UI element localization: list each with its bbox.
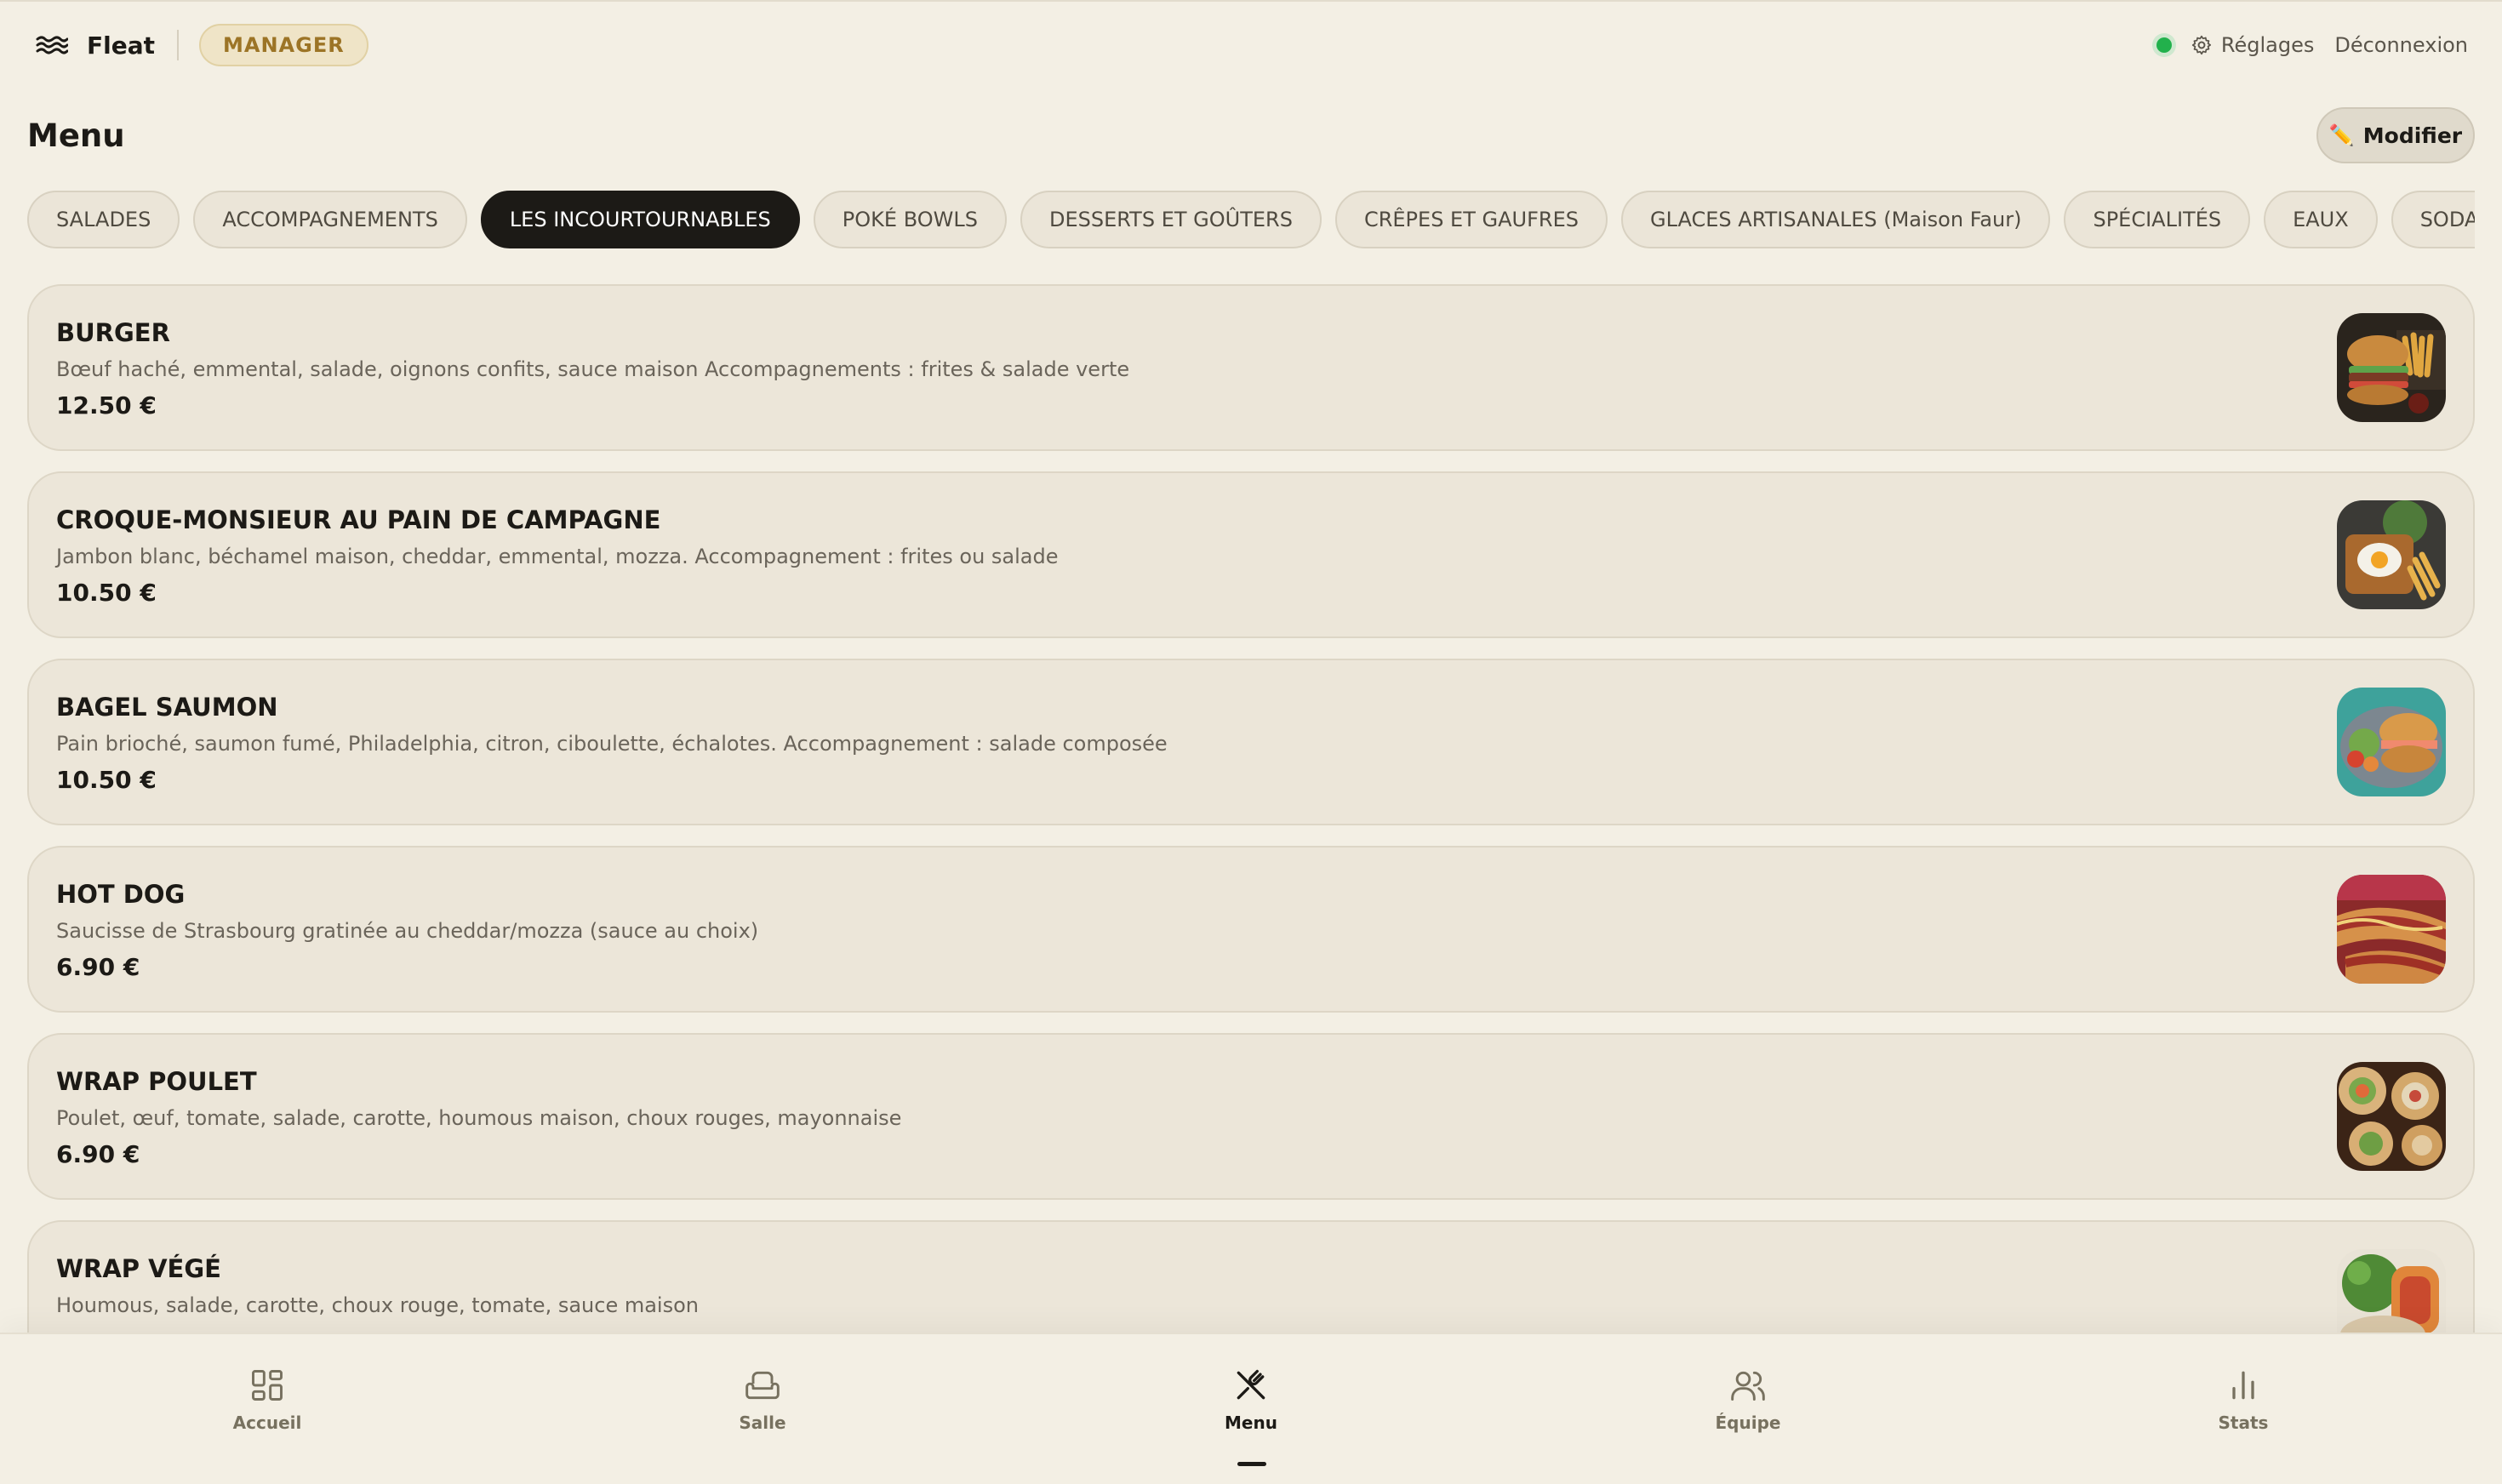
waves-logo-icon	[36, 36, 68, 54]
tab-glaces-artisanales[interactable]: GLACES ARTISANALES (Maison Faur)	[1620, 191, 2051, 248]
menu-item[interactable]: WRAP VÉGÉ Houmous, salade, carotte, chou…	[27, 1220, 2475, 1333]
nav-equipe[interactable]: Équipe	[1680, 1355, 1816, 1457]
bar-chart-icon	[2232, 1371, 2254, 1400]
settings-label: Réglages	[2220, 33, 2315, 57]
edit-menu-button[interactable]: ✏️ Modifier	[2316, 107, 2475, 163]
burger-photo	[2337, 313, 2446, 422]
logout-link[interactable]: Déconnexion	[2334, 33, 2468, 57]
nav-menu[interactable]: Menu	[1183, 1355, 1319, 1466]
nav-salle[interactable]: Salle	[694, 1355, 831, 1457]
tab-eaux[interactable]: EAUX	[2264, 191, 2378, 248]
item-name: BAGEL SAUMON	[56, 693, 278, 722]
edit-button-label: Modifier	[2362, 123, 2463, 148]
hot-dog-photo	[2337, 875, 2446, 984]
item-price: 12.50 €	[56, 391, 157, 420]
croque-monsieur-photo	[2337, 500, 2446, 609]
tab-sodas[interactable]: SODAS	[2391, 191, 2475, 248]
top-right-actions: Réglages Déconnexion	[2156, 27, 2468, 63]
nav-label: Stats	[2218, 1413, 2269, 1433]
item-price: 10.50 €	[56, 766, 157, 794]
top-bar: Fleat MANAGER Réglages Déconnexion	[0, 0, 2502, 87]
menu-item[interactable]: BURGER Bœuf haché, emmental, salade, oig…	[27, 284, 2475, 451]
item-description: Poulet, œuf, tomate, salade, carotte, ho…	[56, 1106, 902, 1130]
online-status-icon	[2156, 37, 2172, 53]
nav-label: Accueil	[232, 1413, 302, 1433]
nav-label: Menu	[1225, 1413, 1277, 1433]
item-name: HOT DOG	[56, 880, 186, 909]
menu-item-list: BURGER Bœuf haché, emmental, salade, oig…	[27, 284, 2475, 1333]
pencil-icon: ✏️	[2328, 123, 2355, 147]
nav-stats[interactable]: Stats	[2175, 1355, 2311, 1457]
menu-item[interactable]: WRAP POULET Poulet, œuf, tomate, salade,…	[27, 1033, 2475, 1200]
menu-item[interactable]: HOT DOG Saucisse de Strasbourg gratinée …	[27, 846, 2475, 1013]
tab-poke-bowls[interactable]: POKÉ BOWLS	[813, 191, 1007, 248]
armchair-icon	[745, 1371, 780, 1400]
tab-les-incourtournables[interactable]: LES INCOURTOURNABLES	[480, 191, 800, 248]
wrap-photo	[2337, 1062, 2446, 1171]
item-description: Saucisse de Strasbourg gratinée au chedd…	[56, 919, 759, 943]
nav-label: Équipe	[1715, 1413, 1781, 1433]
item-description: Pain brioché, saumon fumé, Philadelphia,…	[56, 732, 1168, 756]
nav-label: Salle	[739, 1413, 786, 1433]
wrap-vege-photo	[2337, 1249, 2446, 1333]
category-tabs: SALADES ACCOMPAGNEMENTS LES INCOURTOURNA…	[27, 191, 2475, 252]
tab-accompagnements[interactable]: ACCOMPAGNEMENTS	[193, 191, 467, 248]
item-description: Jambon blanc, béchamel maison, cheddar, …	[56, 545, 1059, 568]
item-description: Houmous, salade, carotte, choux rouge, t…	[56, 1293, 699, 1317]
item-name: WRAP VÉGÉ	[56, 1254, 221, 1283]
item-price: 10.50 €	[56, 579, 157, 607]
utensils-icon	[1237, 1369, 1265, 1400]
item-price: 6.90 €	[56, 953, 140, 981]
item-price: 6.90 €	[56, 1140, 140, 1168]
item-description: Bœuf haché, emmental, salade, oignons co…	[56, 357, 1130, 381]
brand-divider	[177, 30, 179, 60]
tab-crepes-et-gaufres[interactable]: CRÊPES ET GAUFRES	[1334, 191, 1608, 248]
bottom-navigation: Accueil Salle Menu Équipe Stats	[0, 1333, 2502, 1484]
users-icon	[1731, 1371, 1765, 1401]
gear-icon	[2191, 35, 2211, 55]
item-name: CROQUE-MONSIEUR AU PAIN DE CAMPAGNE	[56, 505, 661, 534]
brand-name: Fleat	[87, 31, 155, 60]
bagel-photo	[2337, 688, 2446, 796]
page-title: Menu	[27, 117, 125, 154]
item-name: BURGER	[56, 318, 170, 347]
brand[interactable]: Fleat MANAGER	[36, 24, 368, 66]
menu-item[interactable]: CROQUE-MONSIEUR AU PAIN DE CAMPAGNE Jamb…	[27, 471, 2475, 638]
nav-accueil[interactable]: Accueil	[199, 1355, 335, 1457]
tab-salades[interactable]: SALADES	[27, 191, 180, 248]
settings-link[interactable]: Réglages	[2191, 33, 2314, 57]
role-badge: MANAGER	[199, 24, 368, 66]
tab-specialites[interactable]: SPÉCIALITÉS	[2064, 191, 2251, 248]
tab-desserts-et-gouters[interactable]: DESSERTS ET GOÛTERS	[1020, 191, 1322, 248]
grid-icon	[252, 1370, 283, 1401]
item-name: WRAP POULET	[56, 1067, 257, 1096]
menu-item[interactable]: BAGEL SAUMON Pain brioché, saumon fumé, …	[27, 659, 2475, 825]
active-indicator	[1237, 1462, 1266, 1466]
